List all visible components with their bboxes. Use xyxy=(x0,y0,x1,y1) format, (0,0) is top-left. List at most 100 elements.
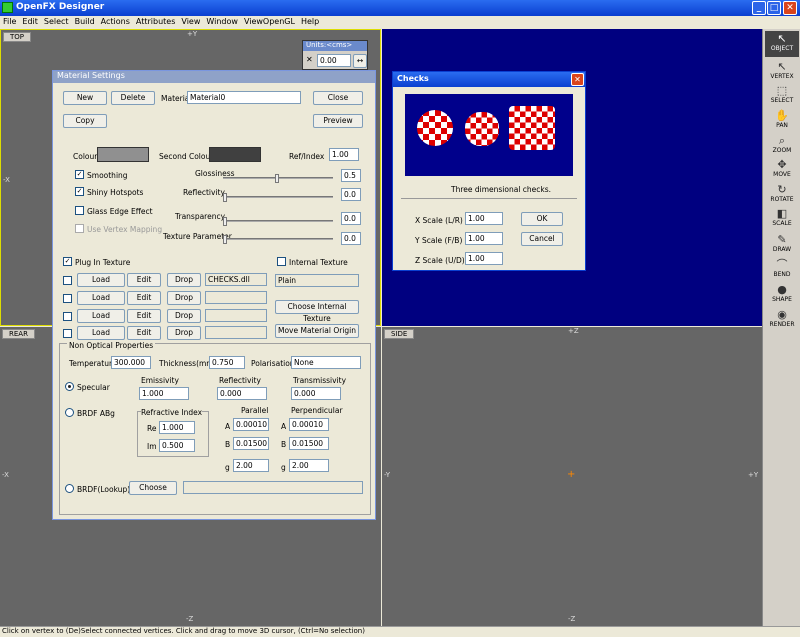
internal-texture-checkbox[interactable] xyxy=(277,257,286,266)
transparency-slider[interactable] xyxy=(223,217,333,226)
tool-bend[interactable]: ⌒ BEND xyxy=(765,257,799,283)
delete-button[interactable]: Delete xyxy=(111,91,155,105)
texture-slot-checkbox[interactable] xyxy=(63,312,72,321)
new-button[interactable]: New xyxy=(63,91,107,105)
ok-button[interactable]: OK xyxy=(521,212,563,226)
tool-zoom[interactable]: ⌕ ZOOM xyxy=(765,133,799,159)
smoothing-label: Smoothing xyxy=(87,171,128,180)
reflectivity-value[interactable]: 0.0 xyxy=(341,188,361,201)
tool-rotate[interactable]: ↻ ROTATE xyxy=(765,182,799,208)
g-label: g xyxy=(225,463,230,472)
brdf-lookup-radio[interactable] xyxy=(65,484,74,493)
close-app-button[interactable]: ✕ xyxy=(783,1,797,15)
drop-button[interactable]: Drop xyxy=(167,326,201,340)
im-field[interactable]: 0.500 xyxy=(159,439,195,452)
menu-build[interactable]: Build xyxy=(72,16,98,27)
edit-button[interactable]: Edit xyxy=(127,326,161,340)
glossiness-slider[interactable] xyxy=(223,174,333,183)
colour-swatch[interactable] xyxy=(97,147,149,162)
viewport-side-label: SIDE xyxy=(384,329,415,339)
plugin-texture-checkbox[interactable]: ✓ xyxy=(63,257,72,266)
units-arrow-icon[interactable]: ↔ xyxy=(353,54,367,68)
y-scale-field[interactable]: 1.00 xyxy=(465,232,503,245)
parallel-a-field[interactable]: 0.00010 xyxy=(233,418,269,431)
menu-window[interactable]: Window xyxy=(203,16,241,27)
perpendicular-g-field[interactable]: 2.00 xyxy=(289,459,329,472)
emissivity-field[interactable]: 1.000 xyxy=(139,387,189,400)
drop-button[interactable]: Drop xyxy=(167,309,201,323)
edit-button[interactable]: Edit xyxy=(127,309,161,323)
tool-select[interactable]: ⬚ SELECT xyxy=(765,83,799,109)
load-button[interactable]: Load xyxy=(77,273,125,287)
parallel-g-field[interactable]: 2.00 xyxy=(233,459,269,472)
texture-slot-checkbox[interactable] xyxy=(63,294,72,303)
tool-move[interactable]: ✥ MOVE xyxy=(765,157,799,183)
perpendicular-b-field[interactable]: 0.01500 xyxy=(289,437,329,450)
reflectivity-slider[interactable] xyxy=(223,193,333,202)
menu-help[interactable]: Help xyxy=(298,16,322,27)
cancel-button[interactable]: Cancel xyxy=(521,232,563,246)
menu-edit[interactable]: Edit xyxy=(19,16,41,27)
menu-viewopengl[interactable]: ViewOpenGL xyxy=(241,16,298,27)
tool-shape[interactable]: ● SHAPE xyxy=(765,282,799,308)
perpendicular-a-field[interactable]: 0.00010 xyxy=(289,418,329,431)
close-button[interactable]: Close xyxy=(313,91,363,105)
z-scale-field[interactable]: 1.00 xyxy=(465,252,503,265)
tool-pan[interactable]: ✋ PAN xyxy=(765,108,799,134)
viewport-side[interactable]: SIDE +Z -Y +Y -Z + xyxy=(382,327,762,626)
temperature-field[interactable]: 300.000 xyxy=(111,356,151,369)
tool-vertex[interactable]: ↖ VERTEX xyxy=(765,59,799,85)
texture-param-value[interactable]: 0.0 xyxy=(341,232,361,245)
edit-button[interactable]: Edit xyxy=(127,273,161,287)
material-select[interactable]: Material0 xyxy=(187,91,301,104)
choose-internal-texture-button[interactable]: Choose Internal Texture xyxy=(275,300,359,323)
tool-object[interactable]: ↖ OBJECT xyxy=(765,31,799,57)
texture-slot-checkbox[interactable] xyxy=(63,329,72,338)
units-value[interactable]: 0.00 xyxy=(317,54,351,67)
specular-radio[interactable] xyxy=(65,382,74,391)
move-material-origin-button[interactable]: Move Material Origin xyxy=(275,324,359,338)
reflectivity2-field[interactable]: 0.000 xyxy=(217,387,267,400)
glass-checkbox[interactable] xyxy=(75,206,84,215)
edit-button[interactable]: Edit xyxy=(127,291,161,305)
refindex-field[interactable]: 1.00 xyxy=(329,148,359,161)
load-button[interactable]: Load xyxy=(77,326,125,340)
menu-actions[interactable]: Actions xyxy=(98,16,133,27)
maximize-button[interactable]: □ xyxy=(767,1,781,15)
second-colour-swatch[interactable] xyxy=(209,147,261,162)
thickness-field[interactable]: 0.750 xyxy=(209,356,245,369)
parallel-b-field[interactable]: 0.01500 xyxy=(233,437,269,450)
minimize-button[interactable]: _ xyxy=(752,1,766,15)
x-scale-field[interactable]: 1.00 xyxy=(465,212,503,225)
transmissivity-field[interactable]: 0.000 xyxy=(291,387,341,400)
tool-draw[interactable]: ✎ DRAW xyxy=(765,232,799,258)
polarisation-select[interactable]: None xyxy=(291,356,361,369)
brdf-radio[interactable] xyxy=(65,408,74,417)
menu-attributes[interactable]: Attributes xyxy=(133,16,179,27)
shiny-checkbox[interactable]: ✓ xyxy=(75,187,84,196)
glossiness-value[interactable]: 0.5 xyxy=(341,169,361,182)
smoothing-checkbox[interactable]: ✓ xyxy=(75,170,84,179)
menu-select[interactable]: Select xyxy=(41,16,72,27)
units-close-icon[interactable]: ✕ xyxy=(306,55,313,64)
transparency-value[interactable]: 0.0 xyxy=(341,212,361,225)
texture-slot-checkbox[interactable] xyxy=(63,276,72,285)
emissivity-label: Emissivity xyxy=(141,376,179,385)
re-field[interactable]: 1.000 xyxy=(159,421,195,434)
choose-button[interactable]: Choose xyxy=(129,481,177,495)
vertex-mapping-checkbox[interactable] xyxy=(75,224,84,233)
checks-close-icon[interactable]: ✕ xyxy=(571,73,584,86)
drop-button[interactable]: Drop xyxy=(167,291,201,305)
tool-render[interactable]: ◉ RENDER xyxy=(765,307,799,333)
axis-label: +Z xyxy=(568,327,579,335)
menu-file[interactable]: File xyxy=(0,16,19,27)
cursor-3d-icon[interactable]: + xyxy=(567,469,575,480)
texture-param-slider[interactable] xyxy=(223,235,333,244)
copy-button[interactable]: Copy xyxy=(63,114,107,128)
drop-button[interactable]: Drop xyxy=(167,273,201,287)
preview-button[interactable]: Preview xyxy=(313,114,363,128)
load-button[interactable]: Load xyxy=(77,309,125,323)
load-button[interactable]: Load xyxy=(77,291,125,305)
menu-view[interactable]: View xyxy=(178,16,203,27)
tool-scale[interactable]: ◧ SCALE xyxy=(765,206,799,232)
